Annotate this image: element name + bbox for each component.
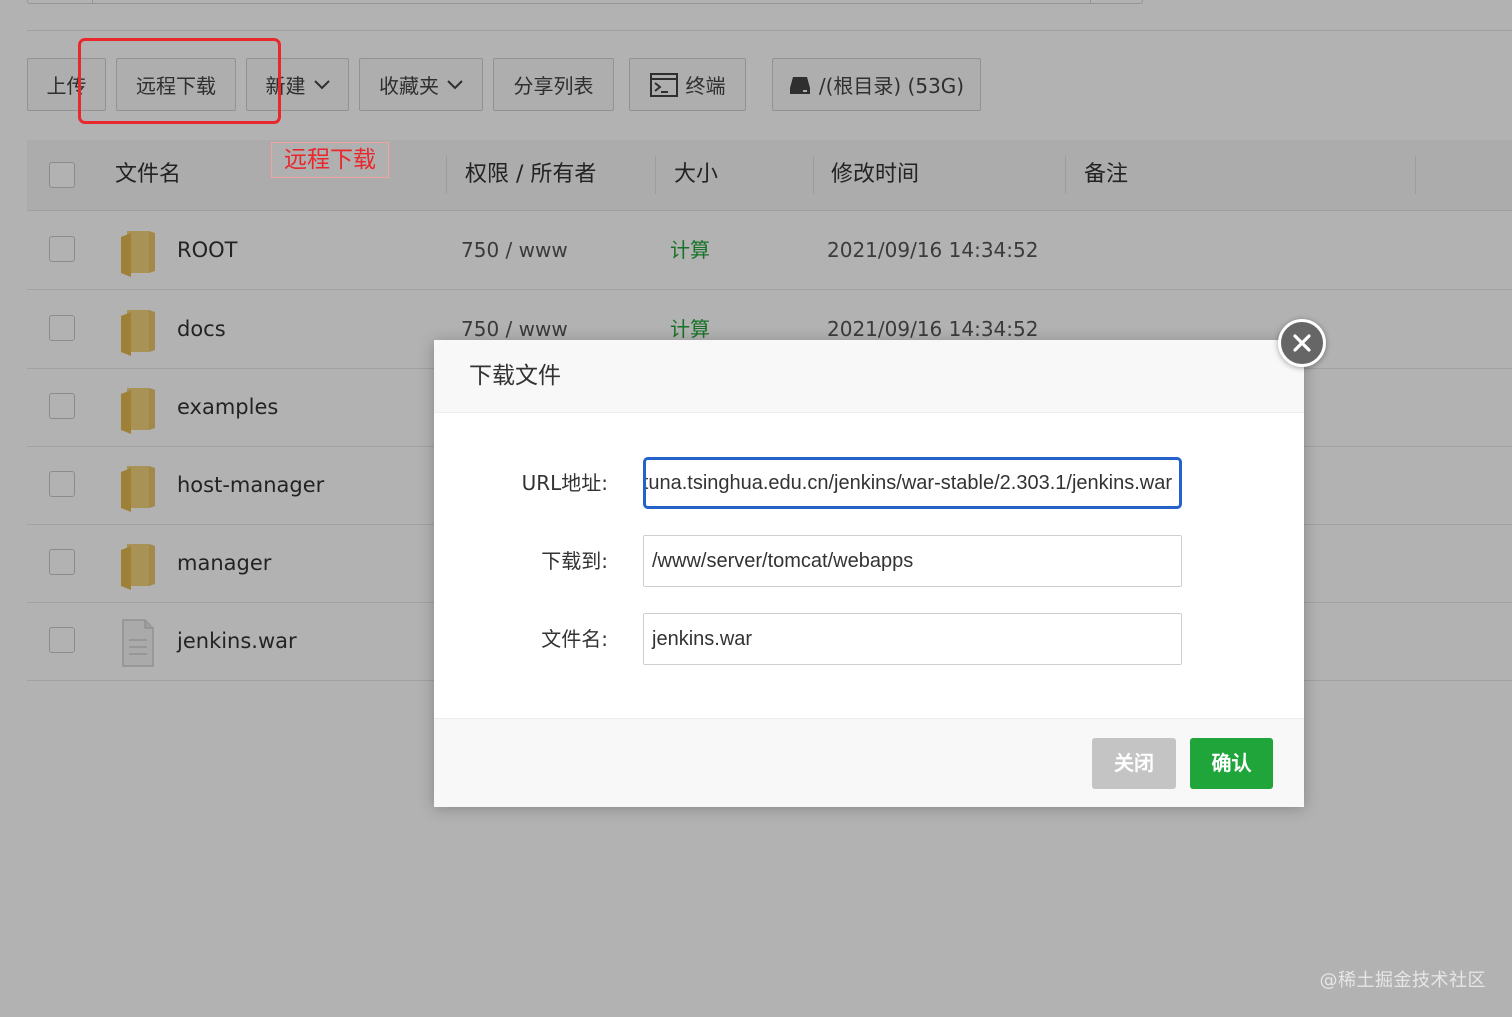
close-button[interactable]: 关闭 (1092, 738, 1176, 789)
close-icon (1293, 334, 1311, 352)
dialog-close-button[interactable] (1278, 319, 1326, 367)
filename-field-row: 文件名: jenkins.war (434, 613, 1304, 665)
url-field-row: URL地址: https://mirrors.tuna.tsinghua.edu… (434, 457, 1304, 509)
url-input[interactable]: https://mirrors.tuna.tsinghua.edu.cn/jen… (643, 457, 1182, 509)
dialog-footer: 关闭 确认 (434, 718, 1304, 807)
url-input-value: https://mirrors.tuna.tsinghua.edu.cn/jen… (643, 472, 1172, 494)
destination-field-row: 下载到: /www/server/tomcat/webapps (434, 535, 1304, 587)
filename-label: 文件名: (541, 627, 608, 651)
download-file-dialog: 下载文件 URL地址: https://mirrors.tuna.tsinghu… (434, 340, 1304, 807)
annotation-label: 远程下载 (271, 142, 389, 178)
url-label: URL地址: (521, 471, 608, 495)
filename-input[interactable]: jenkins.war (643, 613, 1182, 665)
dialog-header: 下载文件 (434, 340, 1304, 413)
destination-input[interactable]: /www/server/tomcat/webapps (643, 535, 1182, 587)
watermark: @稀土掘金技术社区 (1319, 970, 1486, 991)
confirm-button[interactable]: 确认 (1190, 738, 1273, 789)
annotation-highlight-box (78, 38, 281, 124)
destination-label: 下载到: (541, 549, 608, 573)
dialog-title: 下载文件 (469, 363, 561, 389)
